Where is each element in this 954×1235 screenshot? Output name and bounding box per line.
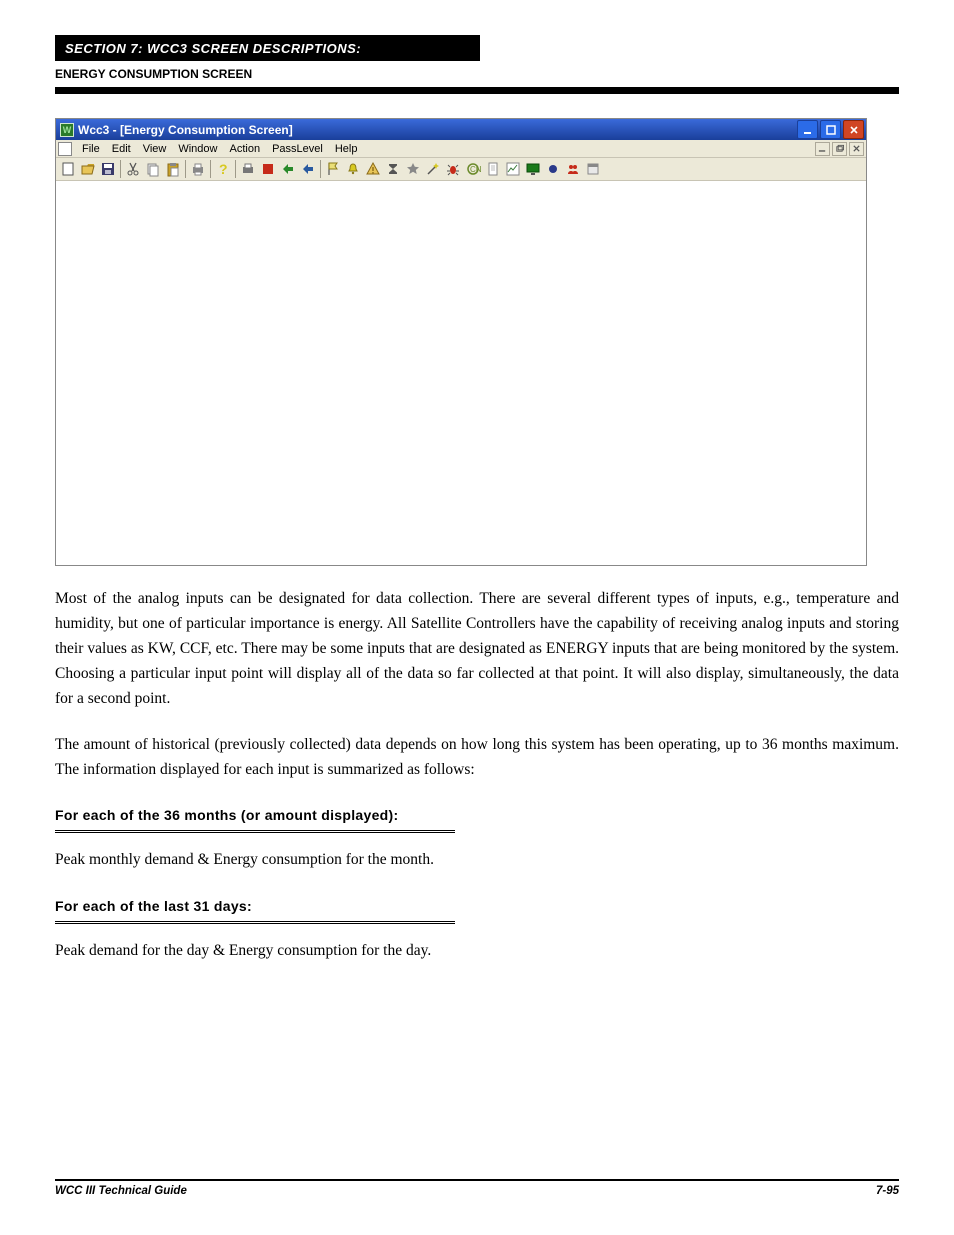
bell-icon[interactable] [343,159,363,179]
toolbar: ? CN [56,158,866,181]
go-green-icon[interactable] [278,159,298,179]
header-rule [55,87,899,94]
menu-file[interactable]: File [76,143,106,155]
section-1-rule [55,830,455,833]
cut-icon[interactable] [123,159,143,179]
menubar: File Edit View Window Action PassLevel H… [56,140,866,158]
print-alt-icon[interactable] [238,159,258,179]
copy-icon[interactable] [143,159,163,179]
footer-left: WCC III Technical Guide [55,1185,187,1197]
paragraph-1: Most of the analog inputs can be designa… [55,586,899,712]
menu-window[interactable]: Window [172,143,223,155]
paste-icon[interactable] [163,159,183,179]
mdi-close-button[interactable] [849,142,864,156]
footer-rule [55,1179,899,1181]
paragraph-2: The amount of historical (previously col… [55,732,899,782]
separator-icon [235,160,236,178]
menu-edit[interactable]: Edit [106,143,137,155]
menu-help[interactable]: Help [329,143,364,155]
mdi-restore-button[interactable] [832,142,847,156]
menu-action[interactable]: Action [223,143,266,155]
menu-passlevel[interactable]: PassLevel [266,143,329,155]
close-button[interactable] [843,120,864,139]
section-1-body: Peak monthly demand & Energy consumption… [55,847,899,872]
app-window: W Wcc3 - [Energy Consumption Screen] Fil… [55,118,867,566]
circle-icon[interactable]: CN [463,159,483,179]
window-client-area [56,181,866,565]
chapter-header: SECTION 7: WCC3 SCREEN DESCRIPTIONS: [55,35,480,61]
separator-icon [120,160,121,178]
svg-text:?: ? [219,161,228,177]
go-blue-icon[interactable] [298,159,318,179]
maximize-button[interactable] [820,120,841,139]
separator-icon [210,160,211,178]
flag-icon[interactable] [323,159,343,179]
help-icon[interactable]: ? [213,159,233,179]
chapter-title: ENERGY CONSUMPTION SCREEN [55,67,899,81]
body-text: Most of the analog inputs can be designa… [55,586,899,963]
section-2-heading: For each of the last 31 days: [55,895,899,918]
minimize-button[interactable] [797,120,818,139]
star-icon[interactable] [403,159,423,179]
red-action-icon[interactable] [258,159,278,179]
bug-icon[interactable] [443,159,463,179]
mdi-minimize-button[interactable] [815,142,830,156]
section-2-body: Peak demand for the day & Energy consump… [55,938,899,963]
record-icon[interactable] [543,159,563,179]
footer-right: 7-95 [876,1185,899,1197]
monitor-green-icon[interactable] [523,159,543,179]
chart-icon[interactable] [503,159,523,179]
panel-icon[interactable] [583,159,603,179]
chapter-section-label: SECTION 7: WCC3 SCREEN DESCRIPTIONS: [65,41,470,56]
wand-icon[interactable] [423,159,443,179]
section-2-rule [55,921,455,924]
separator-icon [320,160,321,178]
open-icon[interactable] [78,159,98,179]
svg-text:CN: CN [470,165,481,174]
page-footer: WCC III Technical Guide 7-95 [55,1179,899,1197]
mdi-document-icon [58,142,72,156]
doc-icon[interactable] [483,159,503,179]
section-1-heading: For each of the 36 months (or amount dis… [55,804,899,827]
titlebar: W Wcc3 - [Energy Consumption Screen] [56,119,866,140]
window-title: Wcc3 - [Energy Consumption Screen] [78,123,795,137]
app-icon: W [60,123,74,137]
save-icon[interactable] [98,159,118,179]
people-icon[interactable] [563,159,583,179]
new-icon[interactable] [58,159,78,179]
print-icon[interactable] [188,159,208,179]
separator-icon [185,160,186,178]
sigma-icon[interactable] [383,159,403,179]
alert-icon[interactable] [363,159,383,179]
menu-view[interactable]: View [137,143,173,155]
